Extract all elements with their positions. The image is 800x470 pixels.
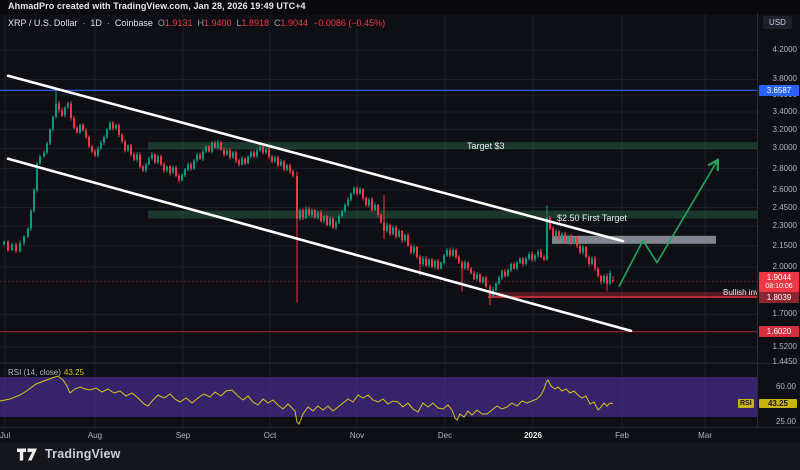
ohlc-open: O1.9131 <box>158 17 193 29</box>
time-label-year: 2026 <box>524 431 542 440</box>
plot-overlays: Target $3 $2.50 First Target Bullish inv… <box>0 13 757 427</box>
invalidation-price-badge: 1.8039 <box>759 292 799 303</box>
rsi-axis-tag: RSI <box>738 399 754 408</box>
tradingview-logo-text: TradingView <box>45 447 121 461</box>
time-label-month: Dec <box>438 431 452 440</box>
price-tick-label: 3.8000 <box>773 74 797 84</box>
time-label-month: Oct <box>264 431 276 440</box>
price-axis[interactable]: 4.20003.80003.60003.40003.20003.00002.80… <box>757 13 800 427</box>
last-price-badge: 1.904408:10:06 <box>759 272 799 292</box>
time-axis[interactable]: Jul Aug Sep Oct Nov Dec 2026 Feb Mar <box>0 428 757 443</box>
first-target-label: $2.50 First Target <box>557 213 627 223</box>
price-tick-label: 2.8000 <box>773 164 797 174</box>
time-label-month: Mar <box>698 431 712 440</box>
stop-price-badge: 1.6020 <box>759 326 799 337</box>
time-label-month: Nov <box>350 431 364 440</box>
price-tick-label: 1.5200 <box>773 342 797 352</box>
symbol-info-row: XRP / U.S. Dollar · 1D · Coinbase O1.913… <box>8 17 385 29</box>
price-tick-label: 4.2000 <box>773 45 797 55</box>
price-tick-label: 3.0000 <box>773 143 797 153</box>
price-tick-label: 1.4450 <box>773 357 797 367</box>
ohlc-high: H1.9400 <box>197 17 231 29</box>
change-label: −0.0086 (−0.45%) <box>313 17 385 29</box>
rsi-value-text: 43.25 <box>64 368 84 377</box>
time-label-month: Aug <box>88 431 102 440</box>
tradingview-logo-icon <box>17 448 39 461</box>
price-tick-label: 3.4000 <box>773 107 797 117</box>
separator-dot: · <box>82 17 85 29</box>
time-label-month: Sep <box>176 431 190 440</box>
separator-dot: · <box>107 17 110 29</box>
time-label-month: Jul <box>0 431 10 440</box>
attribution-text: AhmadPro created with TradingView.com, J… <box>8 1 306 11</box>
rsi-scale-25: 25.00 <box>776 417 796 426</box>
attribution-bar: AhmadPro created with TradingView.com, J… <box>0 0 800 13</box>
bullish-invalidation-label: Bullish invalidation <box>723 288 757 297</box>
price-tick-label: 2.6000 <box>773 185 797 195</box>
rsi-indicator-label[interactable]: RSI (14, close)43.25 <box>8 368 84 377</box>
rsi-axis-value-badge: 43.25 <box>759 399 797 408</box>
target-3-label: Target $3 <box>467 141 505 151</box>
ohlc-close: C1.9044 <box>274 17 308 29</box>
ohlc-low: L1.8918 <box>236 17 269 29</box>
tradingview-chart-page: { "attribution": {"text": "AhmadPro crea… <box>0 0 800 470</box>
resistance-price-badge: 3.6587 <box>759 85 799 96</box>
pane-separator[interactable] <box>0 363 800 364</box>
price-tick-label: 3.2000 <box>773 125 797 135</box>
currency-toggle-button[interactable]: USD <box>763 16 792 29</box>
price-tick-label: 1.7000 <box>773 309 797 319</box>
tradingview-logo[interactable]: TradingView <box>17 447 121 461</box>
exchange-label: Coinbase <box>115 17 153 29</box>
divider <box>0 13 800 14</box>
price-tick-label: 2.1500 <box>773 241 797 251</box>
timeframe-label[interactable]: 1D <box>90 17 102 29</box>
price-tick-label: 2.4500 <box>773 203 797 213</box>
price-tick-label: 2.3000 <box>773 221 797 231</box>
rsi-scale-60: 60.00 <box>776 382 796 391</box>
time-label-month: Feb <box>615 431 629 440</box>
symbol-title[interactable]: XRP / U.S. Dollar <box>8 17 77 29</box>
price-tick-label: 2.0000 <box>773 262 797 272</box>
